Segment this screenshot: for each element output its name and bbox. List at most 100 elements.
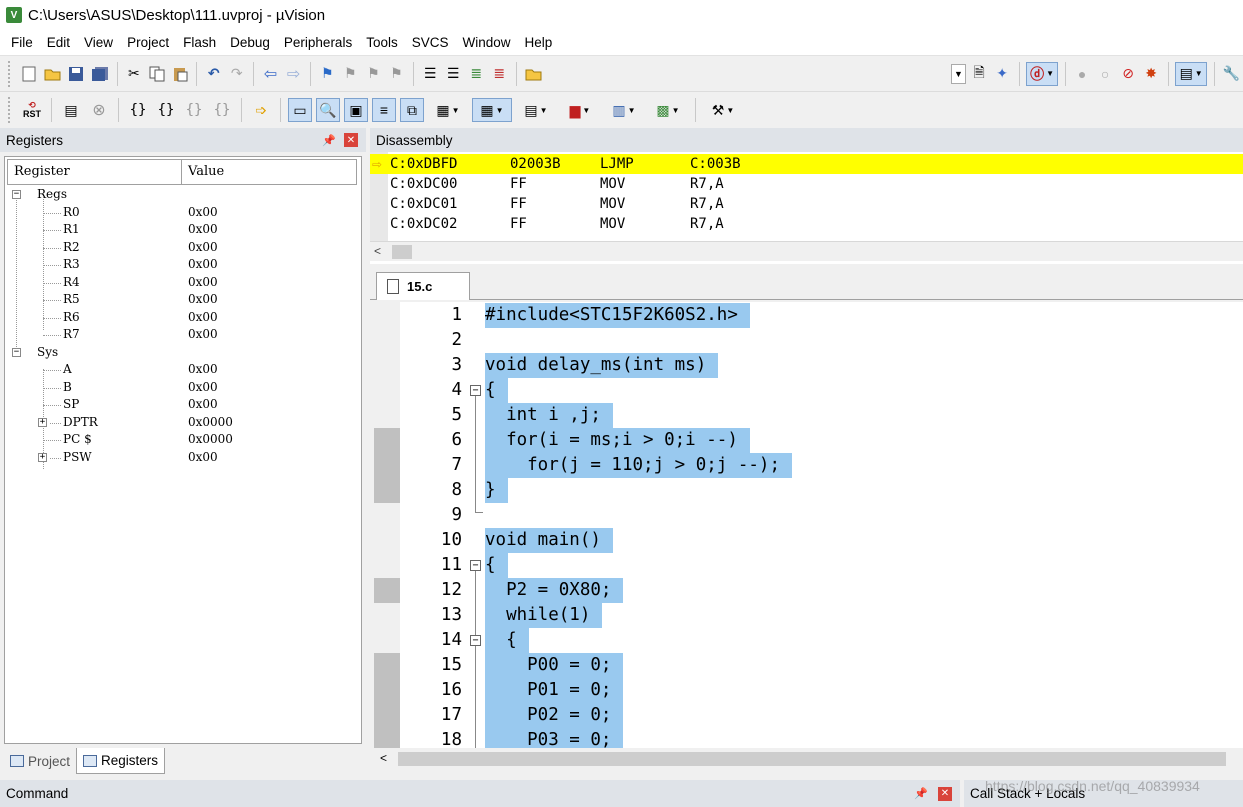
reset-cpu-button[interactable]: ⟲ RST xyxy=(20,98,44,122)
fold-collapse-icon[interactable]: − xyxy=(470,385,481,396)
register-value[interactable]: 0x00 xyxy=(188,275,218,289)
close-icon[interactable]: ✕ xyxy=(344,133,358,147)
code-line[interactable]: 5 int i ,j; xyxy=(374,403,1243,428)
menu-project[interactable]: Project xyxy=(120,30,176,56)
code-line[interactable]: 18 P03 = 0; xyxy=(374,728,1243,748)
tab-project[interactable]: Project xyxy=(4,748,76,774)
register-value[interactable]: 0x0000 xyxy=(188,415,233,429)
register-row[interactable]: A 0x00 xyxy=(5,362,361,379)
redo-icon[interactable]: ↷ xyxy=(227,62,246,86)
serial-window-icon[interactable]: ▤ ▼ xyxy=(516,98,556,122)
register-row[interactable]: PC $ 0x0000 xyxy=(5,432,361,449)
paste-icon[interactable] xyxy=(170,62,189,86)
code-line[interactable]: 14− { xyxy=(374,628,1243,653)
bookmark-next-icon[interactable]: ⚑ xyxy=(364,62,383,86)
column-register[interactable]: Register xyxy=(8,160,182,184)
pin-icon[interactable]: 📌 xyxy=(914,787,928,800)
bookmark-toggle-icon[interactable]: ⚑ xyxy=(318,62,337,86)
stop-icon[interactable]: ⊗ xyxy=(87,98,111,122)
code-line[interactable]: 1 #include<STC15F2K60S2.h> xyxy=(374,303,1243,328)
run-icon[interactable]: ▤ xyxy=(59,98,83,122)
menu-window[interactable]: Window xyxy=(455,30,517,56)
code-text[interactable]: int i ,j; xyxy=(485,403,613,428)
code-text[interactable]: for(i = ms;i > 0;i --) xyxy=(485,428,750,453)
register-value[interactable]: 0x00 xyxy=(188,327,218,341)
register-row[interactable]: + DPTR 0x0000 xyxy=(5,415,361,432)
indent-icon[interactable]: ☰ xyxy=(421,62,440,86)
code-line[interactable]: 9 xyxy=(374,503,1243,528)
code-text[interactable]: { xyxy=(485,553,508,578)
register-value[interactable]: 0x00 xyxy=(188,205,218,219)
register-value[interactable]: 0x00 xyxy=(188,362,218,376)
symbols-window-icon[interactable]: ▣ xyxy=(344,98,368,122)
register-value[interactable]: 0x00 xyxy=(188,257,218,271)
code-text[interactable]: P2 = 0X80; xyxy=(485,578,624,603)
step-out-icon[interactable]: {} xyxy=(182,98,206,122)
disassembly-window-icon[interactable]: 🔍 xyxy=(316,98,340,122)
bookmark-clear-icon[interactable]: ⚑ xyxy=(387,62,406,86)
save-all-icon[interactable] xyxy=(90,62,110,86)
find-in-files-icon[interactable] xyxy=(524,62,544,86)
code-line[interactable]: 10 void main() xyxy=(374,528,1243,553)
code-line[interactable]: 6 for(i = ms;i > 0;i --) xyxy=(374,428,1243,453)
menu-edit[interactable]: Edit xyxy=(40,30,77,56)
memory-window-icon[interactable]: ▦ ▼ xyxy=(472,98,512,122)
register-row[interactable]: R6 0x00 xyxy=(5,310,361,327)
code-line[interactable]: 7 for(j = 110;j > 0;j --); xyxy=(374,453,1243,478)
register-value[interactable]: 0x00 xyxy=(188,450,218,464)
undo-icon[interactable]: ↶ xyxy=(204,62,223,86)
register-row[interactable]: B 0x00 xyxy=(5,380,361,397)
tree-group-regs[interactable]: − Regs xyxy=(5,187,361,204)
code-text[interactable]: void delay_ms(int ms) xyxy=(485,353,719,378)
comment-icon[interactable]: ≣ xyxy=(467,62,486,86)
code-line[interactable]: 3 void delay_ms(int ms) xyxy=(374,353,1243,378)
menu-svcs[interactable]: SVCS xyxy=(405,30,456,56)
collapse-icon[interactable]: − xyxy=(12,347,21,357)
register-value[interactable]: 0x00 xyxy=(188,397,218,411)
open-folder-icon[interactable] xyxy=(43,62,63,86)
menu-tools[interactable]: Tools xyxy=(359,30,405,56)
code-line[interactable]: 2 xyxy=(374,328,1243,353)
navigate-back-icon[interactable]: ⇦ xyxy=(261,62,280,86)
close-icon[interactable]: ✕ xyxy=(938,786,952,801)
code-text[interactable]: for(j = 110;j > 0;j --); xyxy=(485,453,793,478)
menu-file[interactable]: File xyxy=(4,30,40,56)
trace-window-icon[interactable]: ▥ ▼ xyxy=(604,98,644,122)
system-viewer-icon[interactable]: ▩ ▼ xyxy=(648,98,688,122)
bookmark-previous-icon[interactable]: ⚑ xyxy=(341,62,360,86)
code-text[interactable]: void main() xyxy=(485,528,613,553)
window-layout-icon[interactable]: ▤ ▼ xyxy=(1175,61,1207,86)
register-value[interactable]: 0x00 xyxy=(188,380,218,394)
toolbox-icon[interactable]: ⚒ ▼ xyxy=(703,98,743,122)
navigate-forward-icon[interactable]: ⇨ xyxy=(284,62,303,86)
registers-window-icon[interactable]: ≡ xyxy=(372,98,396,122)
code-line[interactable]: 4−{ xyxy=(374,378,1243,403)
toolbar-grip[interactable] xyxy=(8,60,12,87)
find-combo-dropdown-icon[interactable]: ▼ xyxy=(951,63,966,84)
kill-all-breakpoints-icon[interactable]: ✸ xyxy=(1142,62,1161,86)
tab-15c[interactable]: 15.c xyxy=(376,272,470,300)
register-row[interactable]: SP 0x00 xyxy=(5,397,361,414)
code-line[interactable]: 15 P00 = 0; xyxy=(374,653,1243,678)
watch-window-icon[interactable]: ▦ ▼ xyxy=(428,98,468,122)
register-row[interactable]: R2 0x00 xyxy=(5,240,361,257)
register-value[interactable]: 0x00 xyxy=(188,222,218,236)
code-line[interactable]: 13 while(1) xyxy=(374,603,1243,628)
uncomment-icon[interactable]: ≣ xyxy=(490,62,509,86)
code-text[interactable]: while(1) xyxy=(485,603,603,628)
code-text[interactable]: P02 = 0; xyxy=(485,703,624,728)
disassembly-line[interactable]: C:0xDC02 FF MOV R7,A xyxy=(370,214,1243,234)
debug-session-icon[interactable]: ⓓ ▼ xyxy=(1026,61,1058,86)
insert-breakpoint-icon[interactable]: ● xyxy=(1073,62,1092,86)
cut-icon[interactable]: ✂ xyxy=(124,62,143,86)
menu-flash[interactable]: Flash xyxy=(176,30,223,56)
new-file-icon[interactable] xyxy=(20,62,39,86)
scroll-thumb[interactable] xyxy=(398,752,1226,766)
save-icon[interactable] xyxy=(67,62,86,86)
incremental-find-icon[interactable]: 🗎 xyxy=(970,62,989,86)
code-line[interactable]: 8} xyxy=(374,478,1243,503)
call-stack-window-icon[interactable]: ⧉ xyxy=(400,98,424,122)
disassembly-line[interactable]: C:0xDC00 FF MOV R7,A xyxy=(370,174,1243,194)
show-next-statement-icon[interactable]: ➩ xyxy=(249,98,273,122)
analysis-window-icon[interactable]: ▆ ▼ xyxy=(560,98,600,122)
